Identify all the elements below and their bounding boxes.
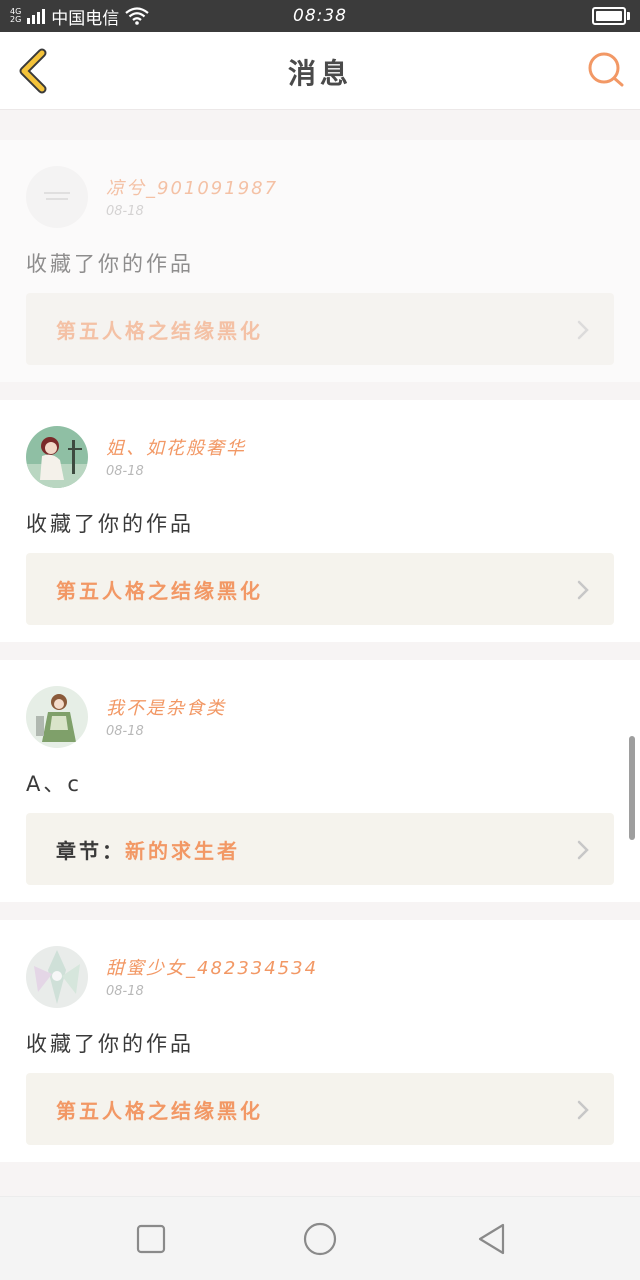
avatar-girl-green-icon [26, 686, 88, 748]
message-date: 08-18 [106, 464, 144, 479]
link-title: 第五人格之结缘黑化 [56, 579, 263, 603]
message-card[interactable]: 凉兮_901091987 08-18 收藏了你的作品 第五人格之结缘黑化 [0, 140, 640, 382]
work-title: 第五人格之结缘黑化 [56, 575, 263, 604]
circle-icon [303, 1222, 337, 1256]
message-date: 08-18 [106, 204, 144, 219]
work-link[interactable]: 第五人格之结缘黑化 [26, 293, 614, 365]
message-text: A、c [26, 772, 82, 796]
work-title: 第五人格之结缘黑化 [56, 315, 263, 344]
triangle-back-icon [478, 1223, 505, 1255]
link-prefix: 章节： [56, 839, 125, 863]
avatar-placeholder-icon [26, 166, 88, 228]
search-icon [588, 52, 624, 87]
message-text: 收藏了你的作品 [26, 1032, 194, 1056]
chevron-right-icon [577, 320, 589, 340]
avatar-girl-icon [26, 426, 88, 488]
avatar[interactable] [26, 166, 88, 228]
battery-fill [596, 11, 622, 21]
username[interactable]: 姐、如花般奢华 [106, 434, 246, 460]
message-text: 收藏了你的作品 [26, 512, 194, 536]
work-title: 第五人格之结缘黑化 [56, 1095, 263, 1124]
wifi-icon [125, 7, 149, 25]
signal-icon [27, 8, 46, 24]
home-button[interactable] [300, 1219, 340, 1259]
avatar[interactable] [26, 686, 88, 748]
clock: 08:38 [293, 6, 347, 26]
network-bottom-label: 2G [10, 15, 22, 24]
avatar[interactable] [26, 426, 88, 488]
work-link[interactable]: 第五人格之结缘黑化 [26, 1073, 614, 1145]
system-back-button[interactable] [472, 1219, 512, 1259]
carrier-name: 中国电信 [51, 8, 120, 29]
message-card[interactable]: 我不是杂食类 08-18 A、c 章节：新的求生者 [0, 660, 640, 902]
username[interactable]: 甜蜜少女_482334534 [106, 954, 318, 980]
status-left: 4G 2G 中国电信 [10, 4, 149, 29]
network-type: 4G 2G [10, 8, 21, 24]
battery-icon [592, 7, 630, 25]
avatar[interactable] [26, 946, 88, 1008]
username[interactable]: 我不是杂食类 [106, 694, 226, 720]
link-title: 新的求生者 [125, 839, 240, 863]
username[interactable]: 凉兮_901091987 [106, 174, 278, 200]
message-card[interactable]: 甜蜜少女_482334534 08-18 收藏了你的作品 第五人格之结缘黑化 [0, 920, 640, 1162]
page-title: 消息 [287, 57, 352, 90]
recent-apps-button[interactable] [131, 1219, 171, 1259]
link-title: 第五人格之结缘黑化 [56, 319, 263, 343]
system-nav-bar [0, 1196, 640, 1280]
work-title: 章节：新的求生者 [56, 835, 240, 864]
message-text: 收藏了你的作品 [26, 252, 194, 276]
message-date: 08-18 [106, 984, 144, 999]
chevron-right-icon [577, 1100, 589, 1120]
avatar-crystal-icon [26, 946, 88, 1008]
message-card[interactable]: 姐、如花般奢华 08-18 收藏了你的作品 第五人格之结缘黑化 [0, 400, 640, 642]
chevron-right-icon [577, 840, 589, 860]
chevron-right-icon [577, 580, 589, 600]
message-date: 08-18 [106, 724, 144, 739]
scrollbar[interactable] [629, 736, 635, 840]
search-button[interactable] [586, 50, 626, 90]
status-bar: 4G 2G 中国电信 08:38 [0, 0, 640, 32]
link-title: 第五人格之结缘黑化 [56, 1099, 263, 1123]
square-icon [136, 1224, 166, 1254]
work-link[interactable]: 第五人格之结缘黑化 [26, 553, 614, 625]
header: 消息 [0, 32, 640, 110]
work-link[interactable]: 章节：新的求生者 [26, 813, 614, 885]
